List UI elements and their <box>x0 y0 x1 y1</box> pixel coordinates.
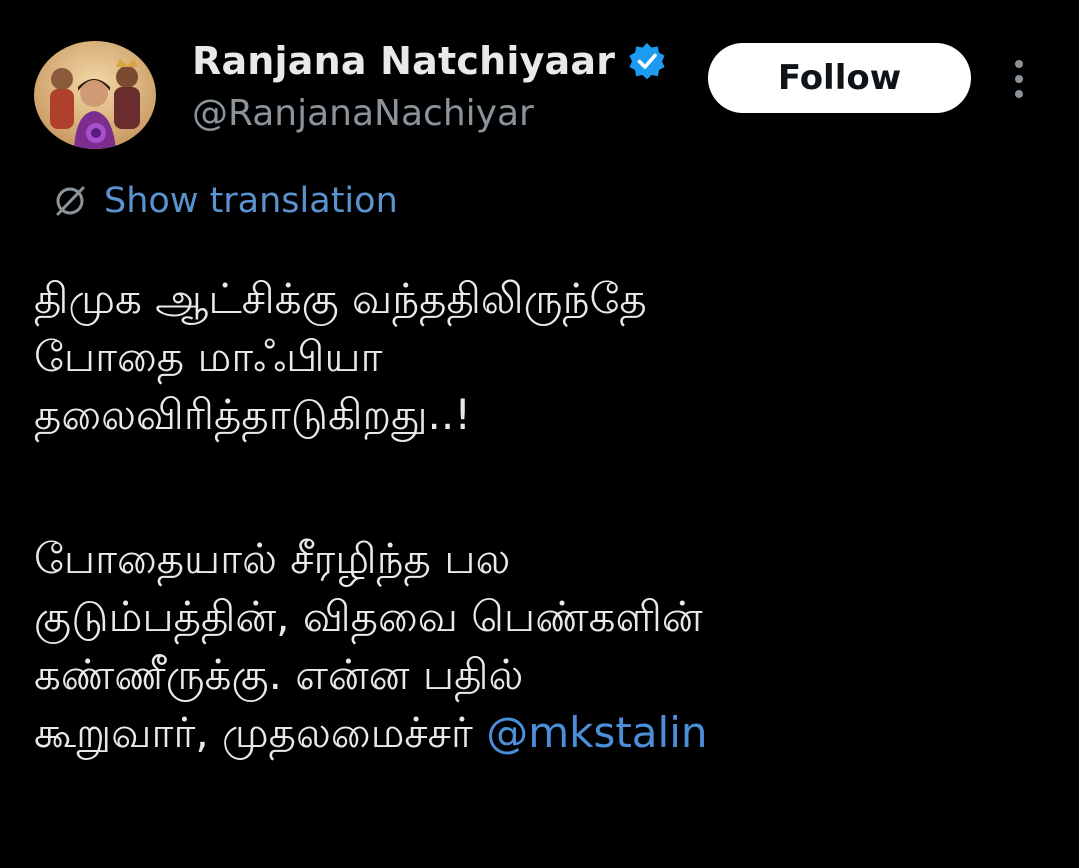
display-name-row: Ranjana Natchiyaar <box>192 38 667 84</box>
tweet-header: Ranjana Natchiyaar @RanjanaNachiyar Foll… <box>0 0 1079 160</box>
tweet-line-text: கூறுவார், முதலமைச்சர் <box>34 708 487 757</box>
tweet-line: குடும்பத்தின், விதவை பெண்களின் <box>34 592 703 641</box>
user-handle[interactable]: @RanjanaNachiyar <box>192 93 534 134</box>
more-vertical-icon[interactable] <box>1004 56 1034 102</box>
follow-button[interactable]: Follow <box>708 43 971 113</box>
verified-badge-icon[interactable] <box>627 41 667 81</box>
avatar-image <box>34 41 156 149</box>
display-name[interactable]: Ranjana Natchiyaar <box>192 39 615 83</box>
tweet-line: தலைவிரித்தாடுகிறது..! <box>34 390 472 439</box>
mention-link[interactable]: @mkstalin <box>486 708 707 757</box>
tweet-line-with-mention: கூறுவார், முதலமைச்சர் @mkstalin <box>34 704 1064 762</box>
tweet-line: போதை மாஃபியா <box>34 332 383 381</box>
show-translation-label[interactable]: Show translation <box>104 181 398 221</box>
avatar[interactable] <box>34 41 156 149</box>
globe-off-icon <box>50 181 90 221</box>
tweet-line: திமுக ஆட்சிக்கு வந்ததிலிருந்தே <box>34 274 647 323</box>
tweet-line: கண்ணீருக்கு. என்ன பதில் <box>34 650 524 699</box>
tweet-text: திமுக ஆட்சிக்கு வந்ததிலிருந்தே போதை மாஃப… <box>34 270 1064 762</box>
show-translation-link[interactable]: Show translation <box>50 178 398 224</box>
tweet-line: போதையால் சீரழிந்த பல <box>34 534 511 583</box>
